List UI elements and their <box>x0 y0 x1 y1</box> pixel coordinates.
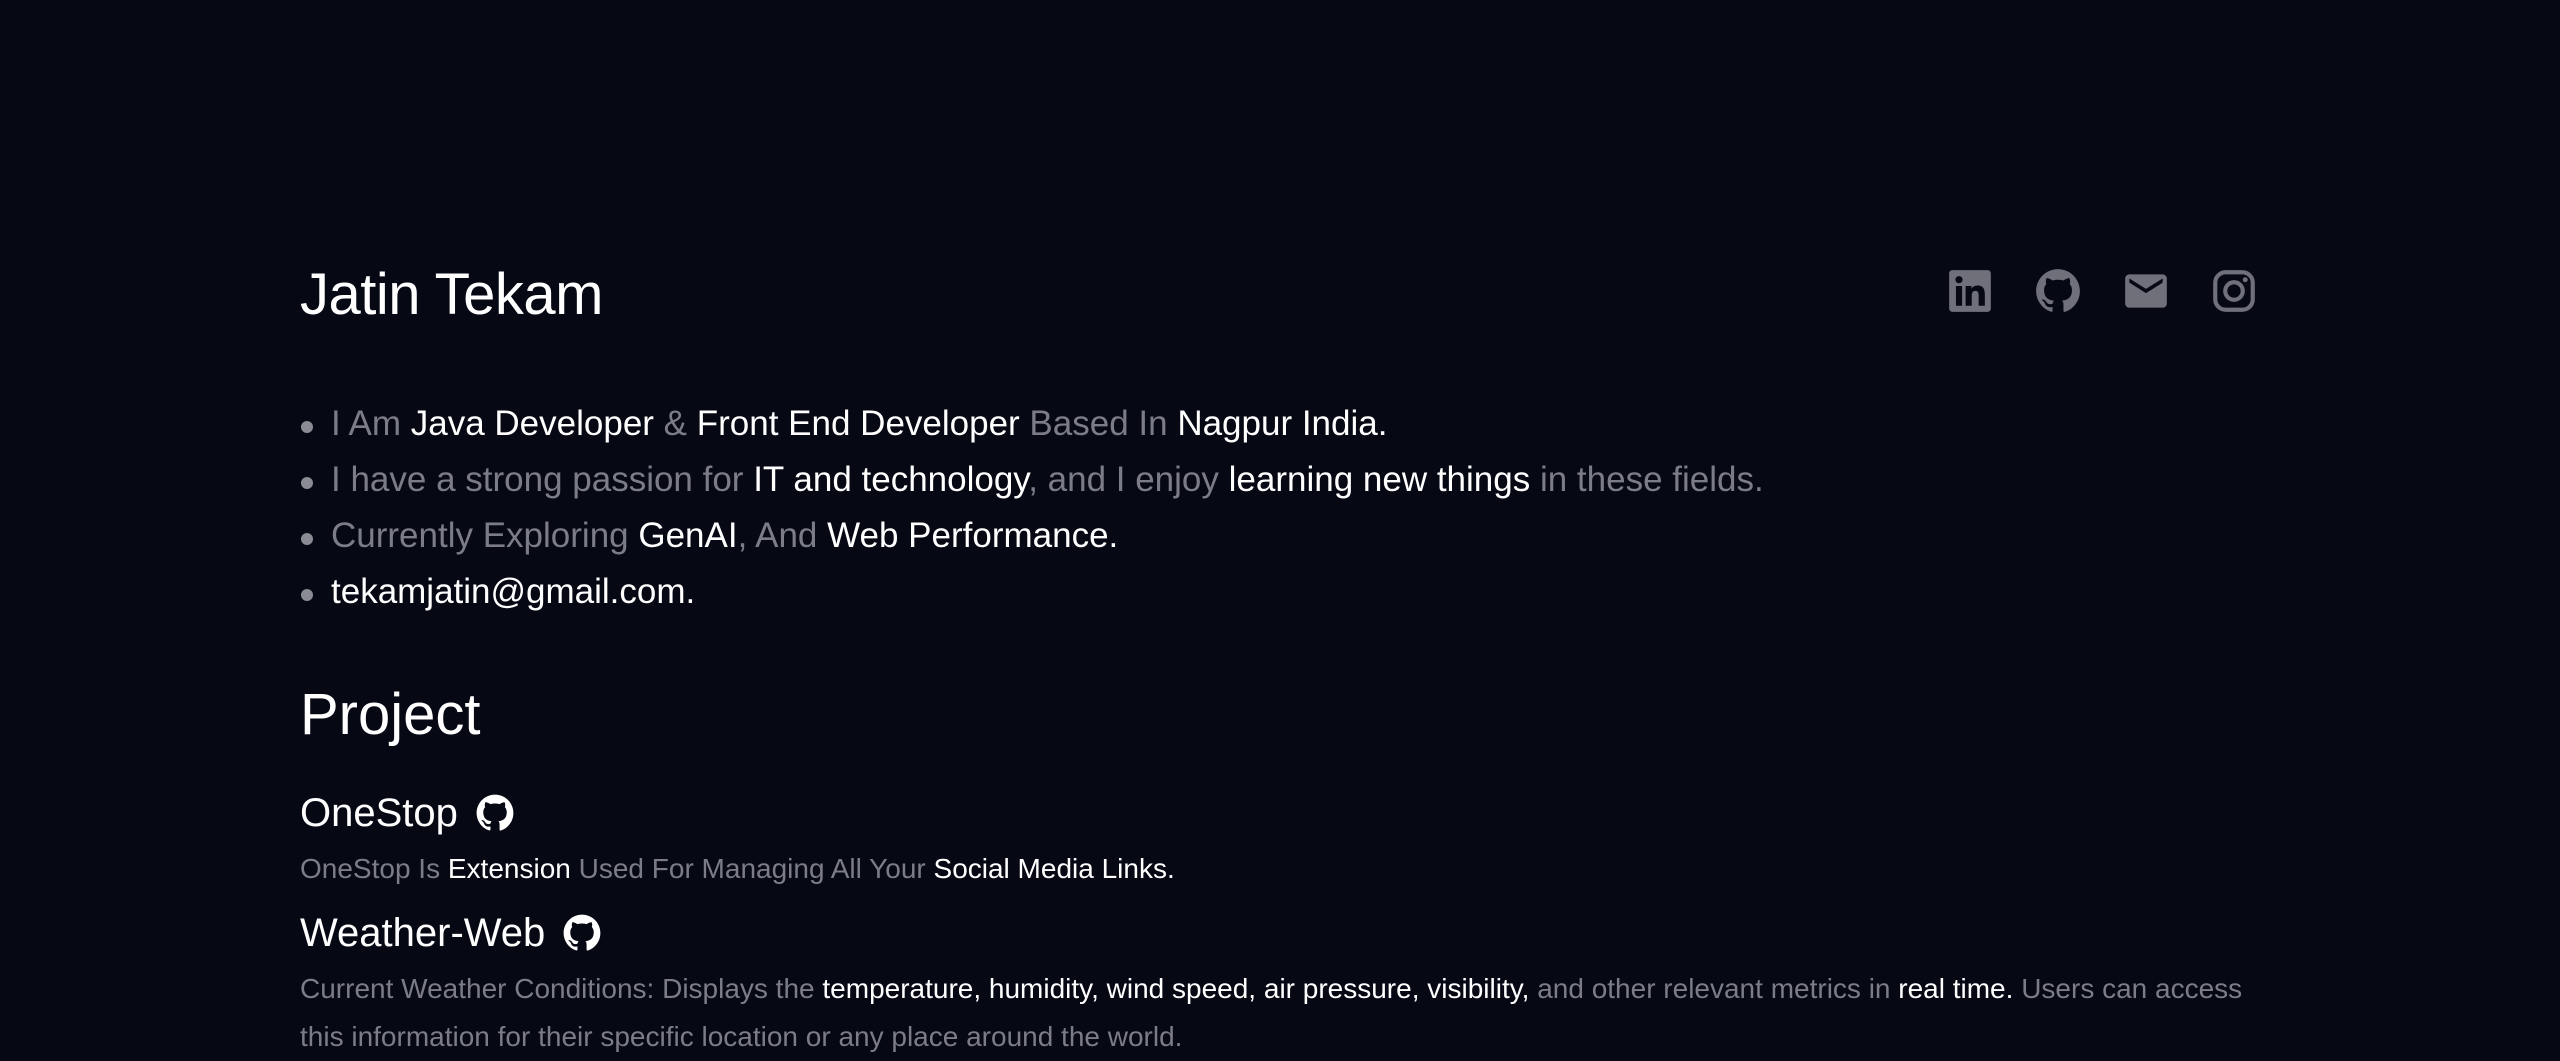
about-text: Currently Exploring <box>331 516 639 555</box>
about-highlight: Java Developer <box>410 404 654 443</box>
project-github-link[interactable] <box>561 912 603 954</box>
desc-text: OneStop Is <box>300 853 448 884</box>
about-text: I have a strong passion for <box>331 460 754 499</box>
linkedin-icon <box>1949 270 1991 312</box>
about-highlight: learning new things <box>1228 460 1531 499</box>
github-icon <box>476 794 514 831</box>
about-text: , And <box>737 516 828 555</box>
desc-text: and other relevant metrics in <box>1529 973 1899 1004</box>
mail-icon <box>2125 274 2167 308</box>
header: Jatin Tekam <box>300 250 2260 340</box>
github-link[interactable] <box>2033 266 2083 316</box>
about-list: I Am Java Developer & Front End Develope… <box>300 396 1764 620</box>
email-address-link[interactable]: tekamjatin@gmail.com. <box>331 572 695 611</box>
desc-text: Used For Managing All Your <box>570 853 934 884</box>
about-highlight: Nagpur India. <box>1177 404 1388 443</box>
project-header: OneStop <box>300 787 2260 839</box>
about-highlight: IT and technology <box>753 460 1029 499</box>
about-item-email: tekamjatin@gmail.com. <box>300 564 1764 620</box>
about-text: & <box>653 404 697 443</box>
github-icon <box>2036 269 2080 312</box>
about-text: , and I enjoy <box>1028 460 1229 499</box>
desc-text: Current Weather Conditions: Displays the <box>300 973 823 1004</box>
project-github-link[interactable] <box>474 792 516 834</box>
about-item-role: I Am Java Developer & Front End Develope… <box>300 396 1764 452</box>
project-item-onestop: OneStop OneStop Is Extension Used For Ma… <box>300 787 2260 893</box>
projects-section-title: Project <box>300 682 481 747</box>
desc-highlight: Social Media Links. <box>933 853 1175 884</box>
about-text: Based In <box>1019 404 1178 443</box>
about-highlight: Front End Developer <box>696 404 1020 443</box>
project-header: Weather-Web <box>300 907 2260 959</box>
desc-highlight: real time. <box>1898 973 2014 1004</box>
project-description: Current Weather Conditions: Displays the… <box>300 965 2260 1061</box>
page-title: Jatin Tekam <box>300 262 603 327</box>
about-text: in these fields. <box>1530 460 1764 499</box>
desc-highlight: temperature, humidity, wind speed, air p… <box>822 973 1530 1004</box>
project-name: Weather-Web <box>300 911 546 955</box>
about-highlight: GenAI <box>638 516 738 555</box>
social-links <box>1945 266 2259 316</box>
about-item-passion: I have a strong passion for IT and techn… <box>300 452 1764 508</box>
instagram-link[interactable] <box>2209 266 2259 316</box>
github-icon <box>563 914 601 951</box>
project-name: OneStop <box>300 791 458 835</box>
linkedin-link[interactable] <box>1945 266 1995 316</box>
project-item-weather-web: Weather-Web Current Weather Conditions: … <box>300 907 2260 1061</box>
about-highlight: Web Performance. <box>827 516 1119 555</box>
instagram-icon <box>2213 270 2255 312</box>
about-item-exploring: Currently Exploring GenAI, And Web Perfo… <box>300 508 1764 564</box>
project-description: OneStop Is Extension Used For Managing A… <box>300 845 2260 893</box>
email-link[interactable] <box>2121 266 2171 316</box>
about-text: I Am <box>331 404 411 443</box>
desc-highlight: Extension <box>447 853 571 884</box>
